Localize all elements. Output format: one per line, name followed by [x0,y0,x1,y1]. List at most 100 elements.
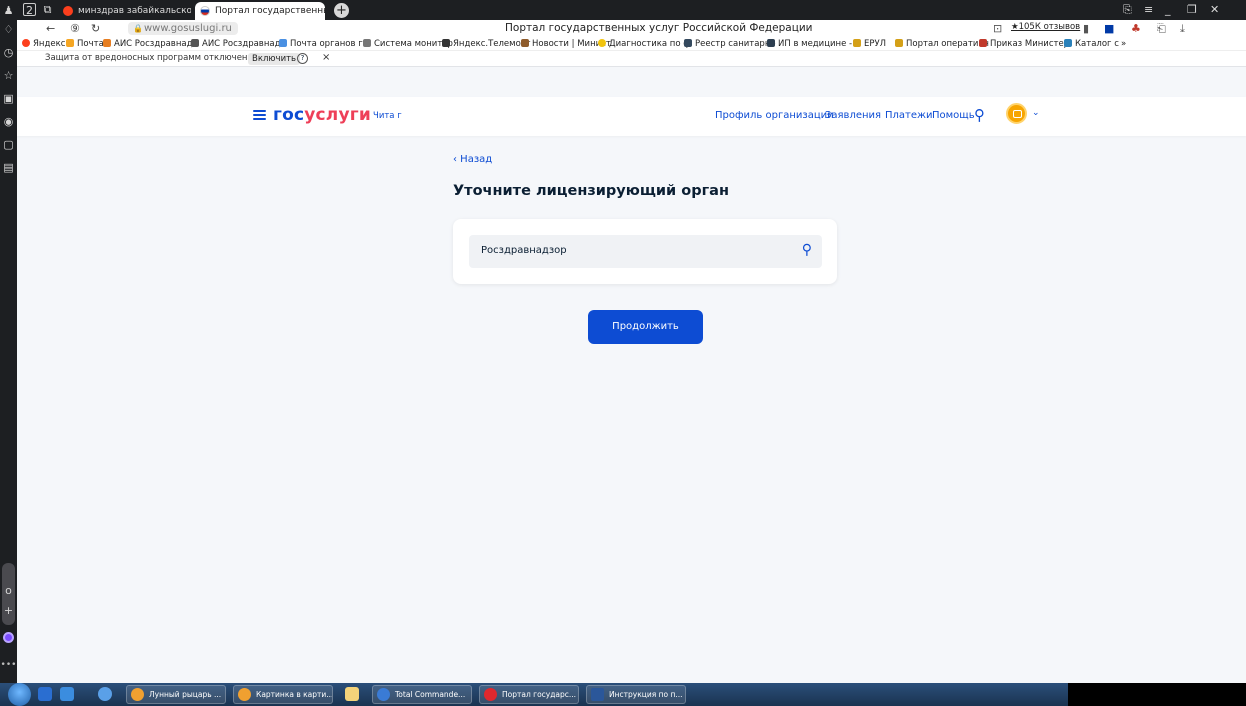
taskbar-item[interactable]: Total Commande... [372,685,472,704]
search-card: Росздравнадзор ⚲ [453,219,837,284]
download-icon[interactable]: ⤓ [1180,21,1185,36]
enable-protection-button[interactable]: Включить [248,53,301,65]
notifications-icon[interactable]: ♢ [0,22,17,38]
ie-icon[interactable] [98,687,112,701]
history-icon[interactable]: ◷ [0,45,17,61]
protection-message: Защита от вредоносных программ отключена [45,53,253,63]
city-selector[interactable]: Чита г [373,111,402,121]
page-heading: Уточните лицензирующий орган [453,183,729,199]
nav-org-profile[interactable]: Профиль организации [715,110,834,121]
licensing-body-input[interactable]: Росздравнадзор ⚲ [469,235,822,268]
tab-label: Портал государственных × [215,6,325,16]
bookmark-item[interactable]: Портал оперативн [895,37,989,51]
bookmark-item[interactable]: ИП в медицине - [767,37,852,51]
back-arrow-icon[interactable]: ← [46,21,55,36]
more-icon[interactable]: ••• [0,660,17,670]
url-field[interactable]: 🔒 www.gosuslugi.ru [128,22,238,35]
site-header: госуслуги Чита г Профиль организации Зая… [17,97,1246,136]
tab-label: минздрав забайкальского [78,6,191,16]
bookmark-icon[interactable]: ▮ [1083,21,1089,36]
alice-assistant-icon[interactable] [3,632,14,643]
tab-gosuslugi[interactable]: Портал государственных × [195,2,325,20]
tab-strip: 2 ⧉ минздрав забайкальского Портал госуд… [17,0,1246,20]
gosuslugi-logo[interactable]: госуслуги [273,105,371,125]
total-commander-icon [377,688,390,701]
bookmark-item[interactable]: Диагностика по ф [598,37,691,51]
nav-applications[interactable]: Заявления [825,110,881,121]
nav-help[interactable]: Помощь [932,110,975,121]
bookmark-item[interactable]: Система монитор [363,37,453,51]
bookmarks-icon[interactable]: ☆ [0,68,17,84]
folder-icon[interactable] [345,687,359,701]
new-tab-button[interactable]: + [334,3,349,18]
reviews-link[interactable]: ★105К отзывов [1011,22,1080,32]
tab-menu-icon[interactable]: ⎘ [1123,3,1132,17]
taskbar-item[interactable]: Картинка в карти... [233,685,333,704]
profile-icon[interactable]: ♟ [0,3,17,19]
browser-sidebar: ♟ ♢ ◷ ☆ ▣ ◉ ▢ ▤ o + ••• [0,0,17,683]
reader-icon[interactable]: ⎗ [1157,21,1166,36]
bookmark-item[interactable]: Реестр санитарно [684,37,776,51]
lock-icon: 🔒 [133,24,143,33]
restore-icon[interactable]: ❐ [1187,3,1197,16]
search-icon[interactable]: ⚲ [802,242,812,258]
chevron-down-icon[interactable]: ⌄ [1032,108,1040,118]
system-tray [1068,683,1246,706]
yandex-icon [63,6,73,16]
tab-manager-icon[interactable]: ⧉ [41,3,54,16]
russia-flag-icon [200,6,210,16]
media-icon[interactable]: ◉ [0,114,17,130]
bookmark-item[interactable]: АИС Росздравнад [191,37,280,51]
url-text: www.gosuslugi.ru [144,23,232,34]
tab-counter-icon[interactable]: 2 [23,3,36,17]
bookmark-item[interactable]: АИС Росздравнад [103,37,192,51]
quick-launch-icon[interactable] [60,687,74,701]
continue-button[interactable]: Продолжить [588,310,703,344]
address-bar: ← ⑨ ↻ 🔒 www.gosuslugi.ru Портал государс… [17,20,1246,37]
nav-payments[interactable]: Платежи [885,110,933,121]
close-infobar-icon[interactable]: × [322,52,330,63]
site-info-icon[interactable]: ⊡ [993,21,1002,36]
yandex-button-icon[interactable]: ⑨ [70,21,80,36]
taskbar-item[interactable]: Лунный рыцарь ... [126,685,226,704]
avatar[interactable] [1006,103,1027,124]
bookmark-item[interactable]: Почта органов го [279,37,368,51]
protection-infobar: Защита от вредоносных программ отключена… [17,51,1246,67]
menu-burger-icon[interactable] [253,110,266,121]
sidebar-app-panel: o + [2,563,15,625]
back-link[interactable]: ‹ Назад [453,154,492,165]
page-title: Портал государственных услуг Российской … [505,22,813,34]
messenger-icon[interactable]: o [0,583,17,599]
bookmarks-overflow[interactable]: » [1121,37,1126,51]
taskbar-item[interactable]: Инструкция по п... [586,685,686,704]
tab-count-icon[interactable]: ▢ [0,137,17,153]
reload-icon[interactable]: ↻ [91,21,100,36]
screenshot-icon[interactable]: ▤ [0,160,17,176]
help-icon[interactable]: ? [297,53,308,64]
bookmark-item[interactable]: Яндекс [22,37,65,51]
bookmarks-bar: Яндекс Почта АИС Росздравнад АИС Росздра… [17,37,1246,51]
bookmark-item[interactable]: Приказ Министер [979,37,1069,51]
search-input-value: Росздравнадзор [481,245,567,256]
bookmark-item[interactable]: Почта [66,37,104,51]
bookmark-item[interactable]: Яндекс.Телемост [442,37,530,51]
minimize-icon[interactable]: _ [1165,3,1171,16]
search-icon[interactable]: ⚲ [974,106,985,124]
extension-flag-icon[interactable]: ■ [1104,21,1114,36]
taskbar-item[interactable]: Портал государс... [479,685,579,704]
chrome-icon [238,688,251,701]
start-button-icon[interactable] [8,683,31,706]
bookmark-item[interactable]: ЕРУЛ [853,37,886,51]
tab-minzdrav[interactable]: минздрав забайкальского [58,2,191,20]
quick-launch-icon[interactable] [38,687,52,701]
yandex-browser-icon [484,688,497,701]
menu-icon[interactable]: ≡ [1144,3,1153,16]
bookmark-item[interactable]: Каталог с [1064,37,1119,51]
chrome-icon [131,688,144,701]
collections-icon[interactable]: ▣ [0,91,17,107]
extension-icon[interactable]: ♣ [1131,21,1141,36]
word-icon [591,688,604,701]
windows-taskbar: Лунный рыцарь ... Картинка в карти... To… [0,683,1246,706]
close-window-icon[interactable]: ✕ [1210,3,1219,16]
add-app-icon[interactable]: + [0,603,17,619]
